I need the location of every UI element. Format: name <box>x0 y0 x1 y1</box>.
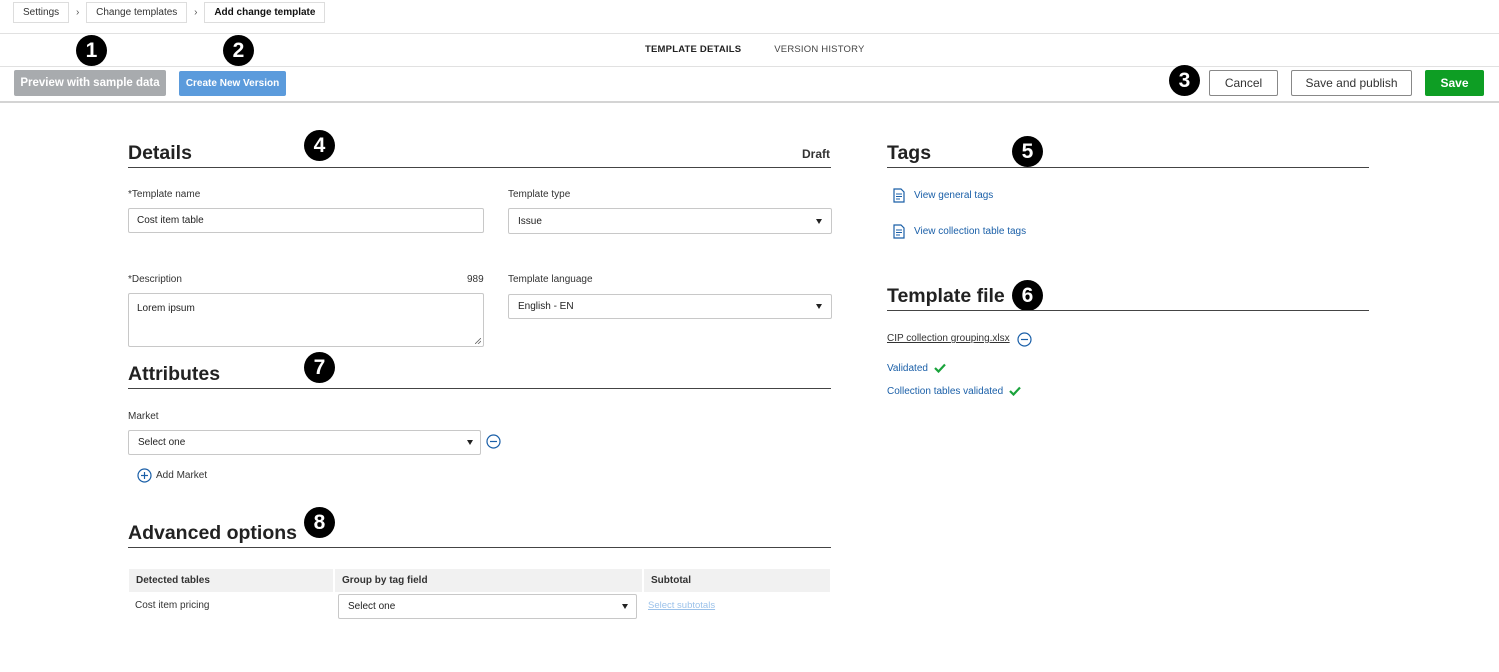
remove-file-icon[interactable] <box>1017 332 1032 347</box>
callout-marker-2: 2 <box>223 35 254 66</box>
breadcrumb-add-change-template: Add change template <box>204 2 326 23</box>
details-heading: Details <box>128 142 192 164</box>
table-header-subtotal: Subtotal <box>644 569 830 592</box>
tab-version-history[interactable]: VERSION HISTORY <box>774 44 864 55</box>
template-type-select[interactable]: Issue <box>508 208 832 234</box>
validated-status: Validated <box>887 363 928 374</box>
status-badge: Draft <box>802 147 831 161</box>
description-textarea[interactable]: Lorem ipsum <box>128 293 484 347</box>
resize-handle-icon[interactable] <box>475 338 481 344</box>
market-select-value: Select one <box>138 437 186 448</box>
description-label: *Description <box>128 274 182 285</box>
checkmark-icon <box>934 363 946 373</box>
preview-sample-data-button[interactable]: Preview with sample data <box>14 70 166 96</box>
detected-table-name: Cost item pricing <box>135 600 210 611</box>
table-header-group-by: Group by tag field <box>335 569 642 592</box>
template-file-link[interactable]: CIP collection grouping.xlsx <box>887 333 1010 344</box>
template-file-heading: Template file <box>887 285 1005 307</box>
group-by-tag-value: Select one <box>348 601 396 612</box>
callout-marker-7: 7 <box>304 352 335 383</box>
callout-marker-8: 8 <box>304 507 335 538</box>
collection-tables-validated-status: Collection tables validated <box>887 386 1004 397</box>
breadcrumb: Settings › Change templates › Add change… <box>13 2 326 23</box>
template-language-label: Template language <box>508 274 593 285</box>
advanced-options-divider <box>128 547 831 548</box>
callout-marker-6: 6 <box>1012 280 1043 311</box>
view-collection-table-tags-link[interactable]: View collection table tags <box>914 226 1026 237</box>
chevron-down-icon <box>816 218 822 224</box>
breadcrumb-separator: › <box>75 7 80 18</box>
breadcrumb-settings[interactable]: Settings <box>13 2 70 23</box>
callout-marker-3: 3 <box>1169 65 1200 96</box>
template-language-select[interactable]: English - EN <box>508 294 832 319</box>
toolbar-divider <box>0 101 1499 103</box>
save-and-publish-button[interactable]: Save and publish <box>1291 70 1412 96</box>
template-name-input[interactable]: Cost item table <box>128 208 484 233</box>
group-by-tag-select[interactable]: Select one <box>338 594 637 619</box>
attributes-heading: Attributes <box>128 363 221 385</box>
description-char-count: 989 <box>467 274 484 285</box>
tab-bar: TEMPLATE DETAILS VERSION HISTORY <box>645 44 865 55</box>
template-file-divider <box>887 310 1369 311</box>
chevron-down-icon <box>467 440 473 445</box>
market-label: Market <box>128 411 159 422</box>
checkmark-icon <box>1009 386 1021 396</box>
add-market-button[interactable]: Add Market <box>156 470 207 481</box>
chevron-down-icon <box>816 304 822 309</box>
tab-template-details[interactable]: TEMPLATE DETAILS <box>645 44 741 55</box>
select-subtotals-link[interactable]: Select subtotals <box>648 600 715 611</box>
create-new-version-button[interactable]: Create New Version <box>179 71 286 96</box>
template-type-value: Issue <box>518 215 542 227</box>
table-header-detected-tables: Detected tables <box>129 569 333 592</box>
view-general-tags-link[interactable]: View general tags <box>914 190 993 201</box>
template-language-value: English - EN <box>518 301 574 312</box>
template-type-label: Template type <box>508 189 571 200</box>
breadcrumb-change-templates[interactable]: Change templates <box>86 2 188 23</box>
attributes-divider <box>128 388 831 389</box>
save-button[interactable]: Save <box>1425 70 1484 96</box>
callout-marker-1: 1 <box>76 35 107 66</box>
market-select[interactable]: Select one <box>128 430 481 455</box>
callout-marker-4: 4 <box>304 130 335 161</box>
template-name-label: *Template name <box>128 189 201 200</box>
chevron-down-icon <box>622 604 628 609</box>
remove-market-icon[interactable] <box>486 434 501 449</box>
header-divider <box>0 33 1499 34</box>
advanced-options-heading: Advanced options <box>128 522 298 544</box>
tags-divider <box>887 167 1369 168</box>
details-divider <box>128 167 831 168</box>
tab-divider <box>0 66 1499 67</box>
tags-heading: Tags <box>887 142 932 164</box>
add-market-icon[interactable] <box>137 468 152 483</box>
description-value: Lorem ipsum <box>137 303 195 314</box>
breadcrumb-separator: › <box>194 7 198 18</box>
cancel-button[interactable]: Cancel <box>1209 70 1278 96</box>
document-icon <box>893 224 905 239</box>
callout-marker-5: 5 <box>1012 136 1043 167</box>
document-icon <box>893 188 905 203</box>
